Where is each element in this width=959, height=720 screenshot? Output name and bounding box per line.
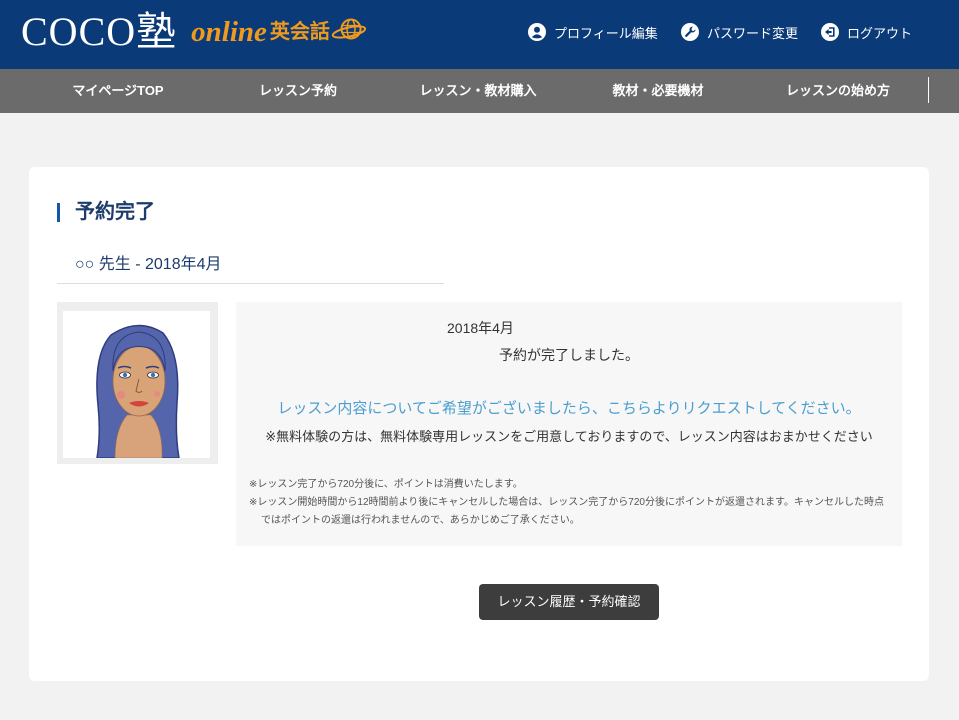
point-note: ※レッスン完了から720分後に、ポイントは消費いたします。 xyxy=(249,476,894,494)
main-nav: マイページTOP レッスン予約 レッスン・教材購入 教材・必要機材 レッスンの始… xyxy=(0,69,959,113)
header-link-logout-label: ログアウト xyxy=(847,25,913,41)
header-link-password-label: パスワード変更 xyxy=(707,25,799,41)
nav-item-required-equipment[interactable]: 教材・必要機材 xyxy=(568,69,748,113)
logo-brand-text: COCO塾 xyxy=(21,9,178,54)
logout-icon xyxy=(821,23,839,41)
site-logo[interactable]: COCO塾 online 英会話 xyxy=(21,8,367,56)
page-title: 予約完了 xyxy=(75,201,155,223)
lesson-history-button[interactable]: レッスン履歴・予約確認 xyxy=(479,584,659,620)
header-link-password[interactable]: パスワード変更 xyxy=(681,22,798,42)
title-accent-bar xyxy=(57,203,60,222)
nav-item-lesson-material-purchase[interactable]: レッスン・教材購入 xyxy=(388,69,568,113)
lesson-request-link[interactable]: レッスン内容についてご希望がございましたら、こちらよりリクエストしてください。 xyxy=(236,399,902,419)
reservation-date: 2018年4月 xyxy=(447,320,514,336)
nav-divider xyxy=(928,77,929,103)
user-icon xyxy=(528,23,546,41)
header-link-profile[interactable]: プロフィール編集 xyxy=(528,22,658,42)
teacher-photo xyxy=(63,311,210,458)
teacher-photo-frame xyxy=(57,302,218,464)
cancel-note: ※レッスン開始時間から12時間前より後にキャンセルした場合は、レッスン完了から7… xyxy=(249,494,894,530)
logo-online-text: online xyxy=(191,16,267,48)
avatar-cheek-right xyxy=(154,391,160,397)
avatar-iris-left xyxy=(122,372,128,378)
teacher-heading: ○○ 先生 - 2018年4月 xyxy=(75,256,222,273)
reservation-info-panel: 2018年4月 予約が完了しました。 レッスン内容についてご希望がございましたら… xyxy=(236,302,902,546)
point-note-line: ※レッスン完了から720分後に、ポイントは消費いたします。 xyxy=(249,479,523,490)
teacher-avatar xyxy=(96,324,180,458)
cancel-note-line-continued: ではポイントの返還は行われませんので、あらかじめご了承ください。 xyxy=(261,515,580,526)
globe-icon xyxy=(331,18,367,40)
free-trial-note: ※無料体験の方は、無料体験専用レッスンをご用意しておりますので、レッスン内容はお… xyxy=(265,429,873,444)
nav-item-mypage-top[interactable]: マイページTOP xyxy=(28,69,208,113)
teacher-heading-divider xyxy=(57,283,444,284)
user-icon-head xyxy=(534,26,540,33)
site-header: COCO塾 online 英会話 プロフィール編集 パスワード変更 ログアウト xyxy=(0,0,959,69)
content-card: 予約完了 ○○ 先生 - 2018年4月 2018年4月 予約が完了しました。 … xyxy=(29,167,929,681)
avatar-cheek-left xyxy=(117,391,125,399)
point-notes: ※レッスン完了から720分後に、ポイントは消費いたします。 ※レッスン開始時間か… xyxy=(249,476,894,530)
header-link-logout[interactable]: ログアウト xyxy=(821,22,912,42)
nav-item-how-to-start[interactable]: レッスンの始め方 xyxy=(748,69,928,113)
cancel-note-line: ※レッスン開始時間から12時間前より後にキャンセルした場合は、レッスン完了から7… xyxy=(249,497,884,508)
logo-eikaiwa-text: 英会話 xyxy=(269,21,330,43)
wrench-icon xyxy=(681,23,699,41)
reservation-complete-message: 予約が完了しました。 xyxy=(499,347,639,363)
avatar-iris-right xyxy=(150,372,156,378)
header-link-profile-label: プロフィール編集 xyxy=(554,25,658,41)
nav-item-lesson-reservation[interactable]: レッスン予約 xyxy=(208,69,388,113)
